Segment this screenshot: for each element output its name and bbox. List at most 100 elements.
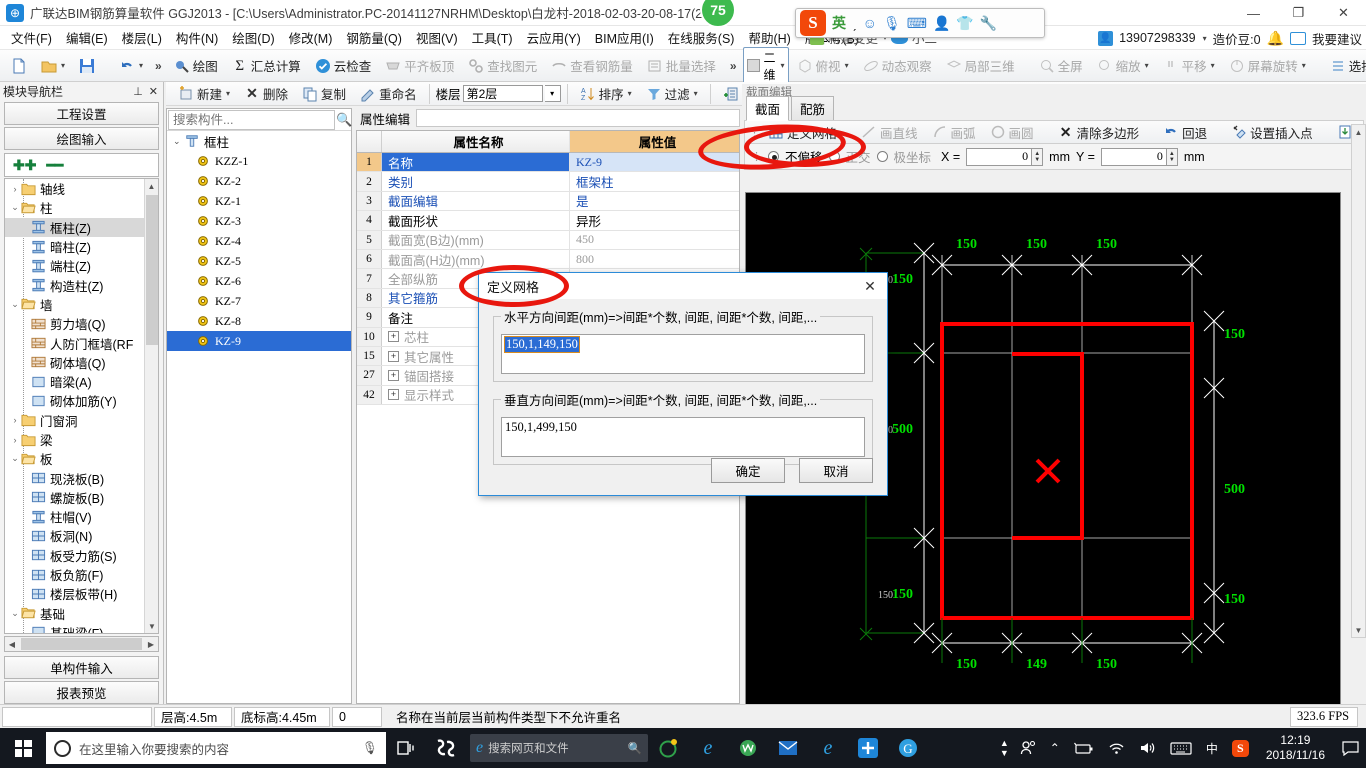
- tree-scroll-down-icon[interactable]: ▼: [145, 619, 158, 633]
- component-list-item-6[interactable]: KZ-6: [167, 271, 351, 291]
- hscroll-left-icon[interactable]: ◀: [5, 640, 19, 649]
- floor-select-value[interactable]: 第2层: [462, 85, 543, 102]
- view-toolbar-overflow-left-icon[interactable]: »: [726, 59, 741, 73]
- tree-expand-icon[interactable]: ⌄: [9, 453, 21, 464]
- property-row-2[interactable]: 3 截面编辑是: [357, 191, 739, 212]
- component-list-item-5[interactable]: KZ-5: [167, 251, 351, 271]
- row-expand-icon[interactable]: +: [388, 350, 399, 362]
- section-scroll-down-icon[interactable]: ▼: [1352, 623, 1365, 637]
- property-row-5[interactable]: 6 截面高(H边)(mm) 800: [357, 249, 739, 270]
- property-row-value[interactable]: 450: [570, 231, 739, 249]
- new-component-caret-icon[interactable]: ▾: [226, 89, 230, 98]
- tree-item-10[interactable]: 暗梁(A): [5, 372, 144, 391]
- tree-item-20[interactable]: 板负筋(F): [5, 565, 144, 584]
- battery-icon[interactable]: [1067, 742, 1101, 755]
- feedback-label[interactable]: 我要建议: [1312, 29, 1362, 48]
- tray-expand-icon[interactable]: ⌃: [1043, 741, 1067, 755]
- taskbar-app-sogou-icon[interactable]: [426, 728, 466, 768]
- feedback-icon[interactable]: [1289, 31, 1306, 45]
- people-icon[interactable]: [1013, 740, 1043, 756]
- rename-component-button[interactable]: 重命名: [354, 81, 423, 106]
- toolbar-grip-icon[interactable]: ⋮: [749, 126, 760, 139]
- edge-search-box[interactable]: e 搜索网页和文件 🔍: [470, 734, 648, 762]
- menu-component[interactable]: 构件(N): [169, 25, 225, 50]
- wifi-icon[interactable]: [1101, 742, 1132, 755]
- new-file-button[interactable]: [5, 55, 33, 77]
- offset-grip-icon[interactable]: ⋮: [751, 150, 762, 163]
- dialog-close-icon[interactable]: ✕: [853, 273, 887, 299]
- tree-expand-icon[interactable]: ›: [9, 184, 21, 194]
- cloud-check-button[interactable]: 云检查: [309, 53, 378, 78]
- taskbar-app-360-icon[interactable]: [648, 728, 688, 768]
- ime-keyboard-tray-icon[interactable]: [1163, 741, 1199, 755]
- microphone-icon[interactable]: 🎙: [362, 741, 378, 756]
- open-file-button[interactable]: ▾: [35, 55, 71, 77]
- root-expand-icon[interactable]: ⌄: [173, 136, 185, 147]
- report-preview-button[interactable]: 报表预览: [4, 681, 159, 704]
- action-center-icon[interactable]: [1335, 740, 1366, 756]
- draw-button[interactable]: 绘图: [168, 53, 224, 78]
- tree-folder-22[interactable]: ⌄ 基础: [5, 604, 144, 623]
- tab-rebar[interactable]: 配筋: [791, 96, 835, 120]
- task-view-button[interactable]: [386, 728, 426, 768]
- tree-folder-1[interactable]: ⌄ 柱: [5, 198, 144, 217]
- y-spinner[interactable]: ▲ ▼: [1166, 147, 1178, 166]
- menu-view[interactable]: 视图(V): [409, 25, 465, 50]
- property-row-1[interactable]: 2 类别 框架柱: [357, 172, 739, 192]
- add-all-icon[interactable]: ✚✚: [13, 157, 36, 174]
- tree-item-11[interactable]: 砌体加筋(Y): [5, 391, 144, 410]
- ime-emoji-icon[interactable]: ☺: [863, 15, 877, 31]
- taskbar-app-ggj-icon[interactable]: [848, 728, 888, 768]
- coins-label[interactable]: 造价豆:0: [1213, 29, 1261, 48]
- component-list-item-1[interactable]: KZ-2: [167, 171, 351, 191]
- tree-item-8[interactable]: 人防门框墙(RF: [5, 333, 144, 352]
- property-row-value[interactable]: 异形: [570, 211, 739, 229]
- section-undo-button[interactable]: 回退: [1157, 120, 1213, 145]
- component-list-item-3[interactable]: KZ-3: [167, 211, 351, 231]
- property-row-value[interactable]: 是: [570, 192, 739, 210]
- tree-item-2[interactable]: 框柱(Z): [5, 217, 144, 237]
- menu-cloud[interactable]: 云应用(Y): [520, 25, 588, 50]
- hscroll-thumb[interactable]: [21, 638, 142, 650]
- tree-item-4[interactable]: 端柱(Z): [5, 256, 144, 275]
- tree-item-9[interactable]: 砌体墙(Q): [5, 353, 144, 372]
- property-row-4[interactable]: 5 截面宽(B边)(mm) 450: [357, 230, 739, 250]
- property-row-value[interactable]: 800: [570, 250, 739, 268]
- tree-item-3[interactable]: 暗柱(Z): [5, 237, 144, 256]
- start-button[interactable]: [0, 728, 46, 768]
- row-expand-icon[interactable]: +: [388, 389, 399, 401]
- toolbar-overflow-icon[interactable]: »: [151, 59, 166, 73]
- row-expand-icon[interactable]: +: [388, 369, 399, 381]
- ime-language-icon[interactable]: 英: [832, 13, 846, 33]
- single-component-input-button[interactable]: 单构件输入: [4, 656, 159, 679]
- pin-icon[interactable]: ⊥: [133, 85, 143, 98]
- module-tree[interactable]: › 轴线 ⌄ 柱框柱(Z) 暗柱(Z) 端柱(Z) 构造柱(Z) ⌄ 墙剪力墙(Q) 人防门框墙(…: [4, 178, 159, 634]
- dialog-ok-button[interactable]: 确定: [711, 458, 785, 483]
- property-row-value[interactable]: KZ-9: [570, 153, 739, 172]
- tree-folder-12[interactable]: › 门窗洞: [5, 411, 144, 430]
- ime-punctuation-icon[interactable]: ˏ: [852, 15, 857, 31]
- ime-keyboard-icon[interactable]: ⌨: [907, 15, 927, 32]
- menu-bim[interactable]: BIM应用(I): [588, 25, 661, 50]
- component-search-input[interactable]: [168, 109, 335, 130]
- component-list-item-9[interactable]: KZ-9: [167, 331, 351, 351]
- tree-vertical-scrollbar[interactable]: ▲ ▼: [144, 179, 158, 633]
- x-spinner[interactable]: ▲ ▼: [1032, 147, 1044, 166]
- component-list-item-2[interactable]: KZ-1: [167, 191, 351, 211]
- bell-icon[interactable]: 🔔: [1267, 30, 1284, 47]
- dialog-cancel-button[interactable]: 取消: [799, 458, 873, 483]
- ime-lang-tray[interactable]: 中: [1199, 740, 1225, 757]
- clock[interactable]: 12:19 2018/11/16: [1256, 733, 1335, 763]
- delete-component-button[interactable]: ✕ 删除: [238, 81, 294, 106]
- tree-item-5[interactable]: 构造柱(Z): [5, 275, 144, 294]
- radio-polar[interactable]: [876, 151, 888, 162]
- tree-scroll-thumb[interactable]: [146, 195, 158, 345]
- radio-no-offset[interactable]: [768, 151, 779, 162]
- remove-all-icon[interactable]: ━━: [46, 157, 63, 174]
- project-settings-button[interactable]: 工程设置: [4, 102, 159, 125]
- x-input[interactable]: 0: [966, 147, 1033, 166]
- select-floor-button[interactable]: 选择楼层: [1324, 53, 1366, 78]
- menu-tools[interactable]: 工具(T): [465, 25, 520, 50]
- tree-expand-icon[interactable]: ›: [9, 415, 21, 425]
- undo-caret-icon[interactable]: ▾: [139, 61, 143, 70]
